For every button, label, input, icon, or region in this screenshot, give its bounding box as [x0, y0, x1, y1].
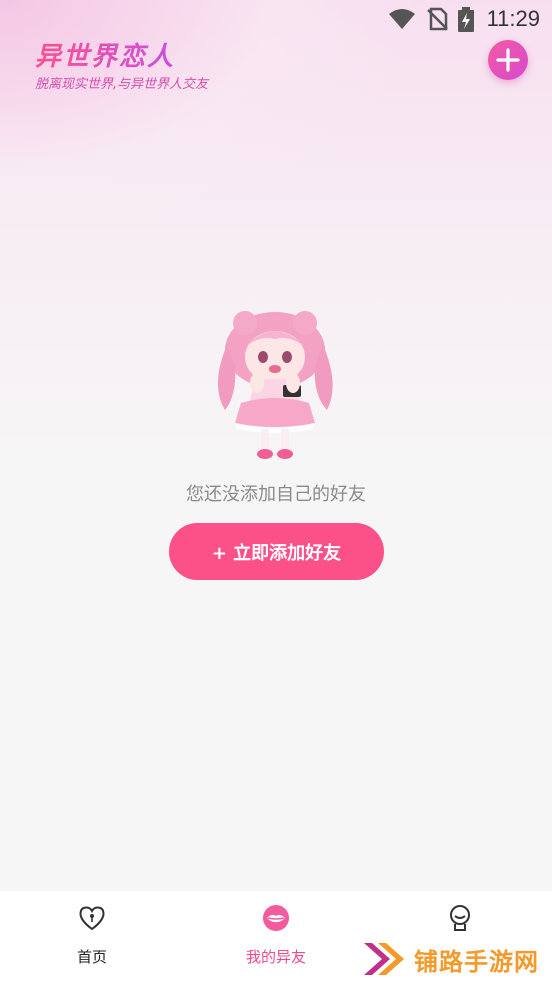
tab-home-label: 首页 — [76, 948, 107, 966]
watermark-logo-icon — [364, 943, 404, 975]
app-title: 异世界恋人 — [35, 36, 175, 73]
status-bar: 11:29 — [0, 0, 552, 38]
add-friend-button[interactable]: + 立即添加好友 — [169, 523, 384, 580]
empty-state-message: 您还没添加自己的好友 — [186, 484, 366, 505]
chibi-girl-illustration — [217, 311, 333, 459]
lips-icon — [263, 905, 289, 931]
tab-my-friends[interactable]: 我的异友 — [184, 891, 368, 983]
no-sim-icon — [427, 7, 448, 31]
battery-charging-icon — [458, 7, 474, 32]
profile-icon — [450, 905, 470, 931]
heart-lock-icon — [79, 906, 105, 931]
plus-icon — [496, 48, 520, 72]
status-time: 11:29 — [486, 6, 540, 31]
watermark-text: 铺路手游网 — [414, 947, 539, 976]
tab-home[interactable]: 首页 — [0, 891, 184, 983]
add-friend-fab-button[interactable] — [488, 40, 528, 80]
wifi-icon — [389, 9, 415, 29]
tab-my-friends-label: 我的异友 — [245, 948, 306, 966]
watermark: 铺路手游网 — [362, 935, 552, 983]
app-subtitle: 脱离现实世界,与异世界人交友 — [35, 77, 209, 92]
